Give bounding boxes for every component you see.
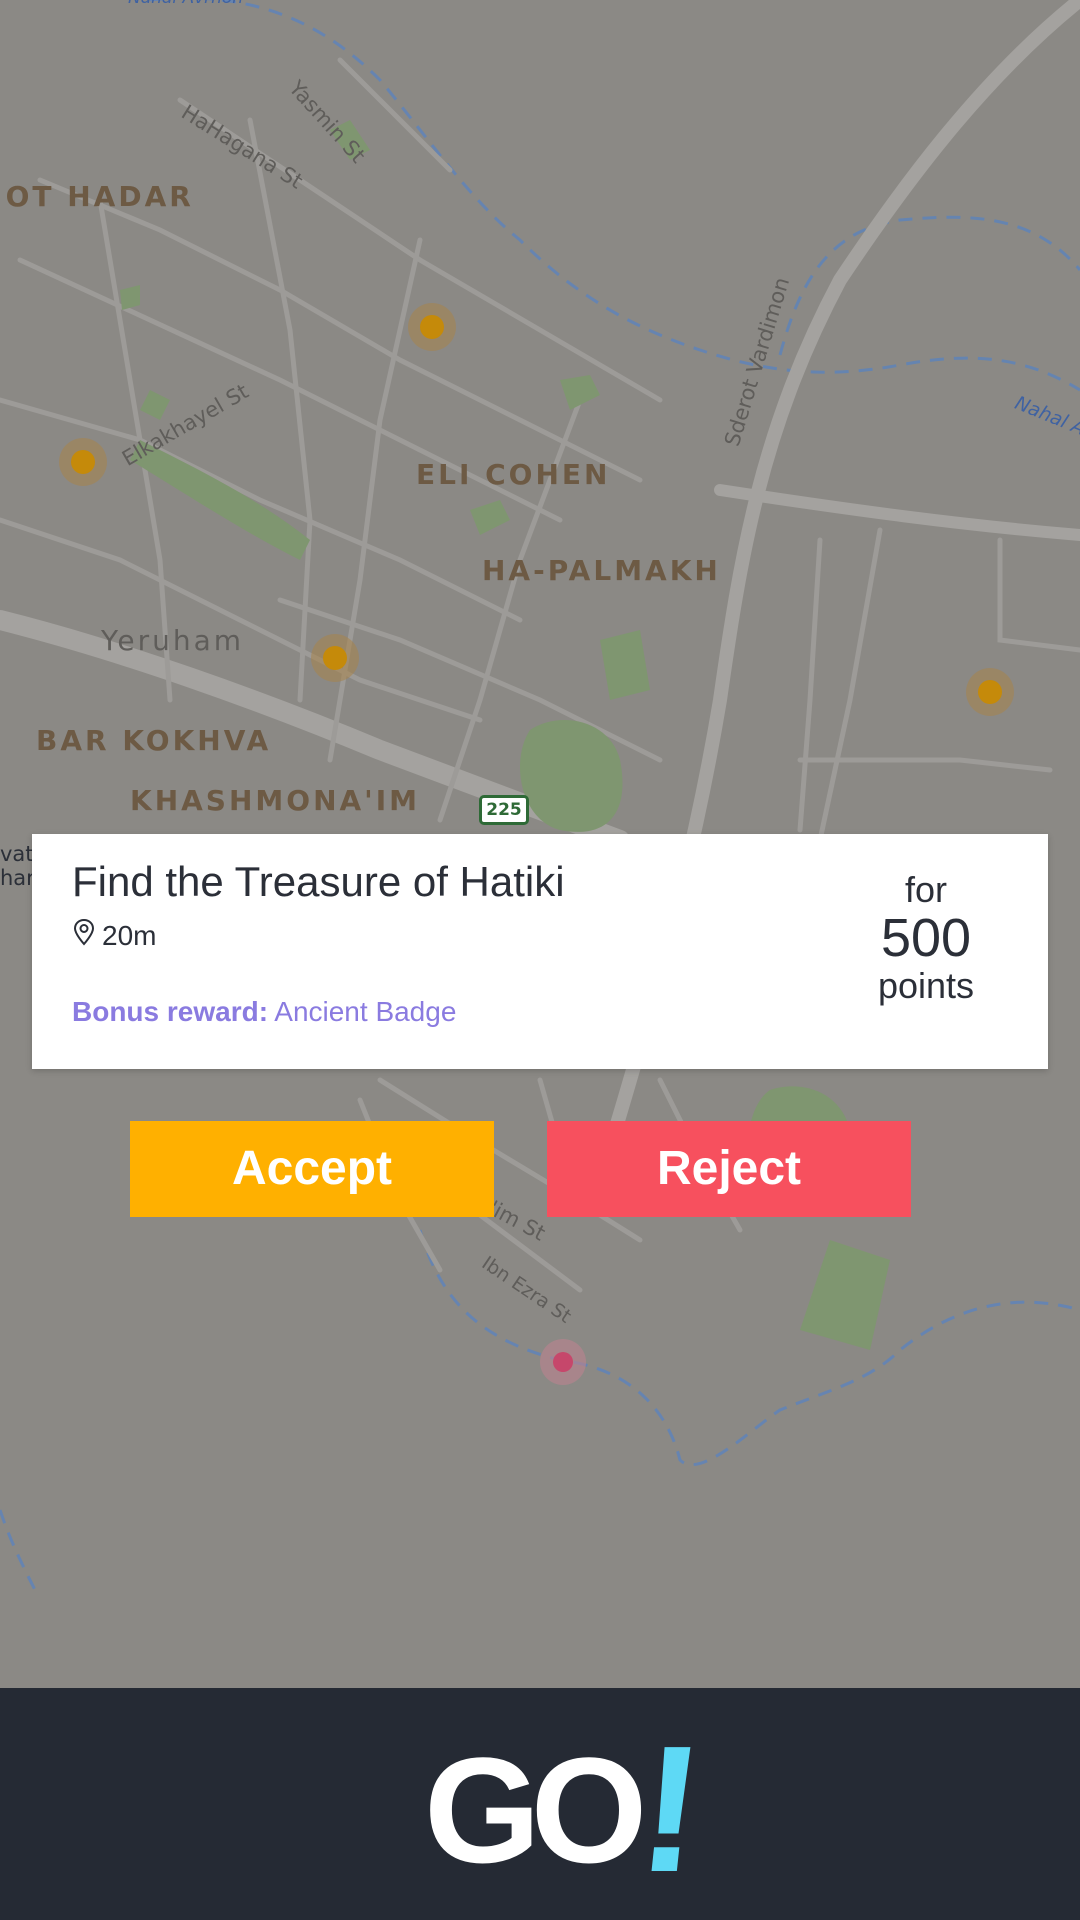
district-label: ELI COHEN xyxy=(416,458,611,491)
logo-mark: ! xyxy=(630,1709,712,1910)
district-label: Yeruham xyxy=(101,624,245,657)
district-label: 'OT HADAR xyxy=(0,180,194,213)
southern-boundary xyxy=(418,1229,1080,1467)
bonus-value: Ancient Badge xyxy=(274,996,457,1027)
edge-label: vat xyxy=(0,842,34,866)
bottom-bar: GO! xyxy=(0,1688,1080,1920)
street xyxy=(327,237,423,763)
park xyxy=(560,375,600,410)
street xyxy=(817,527,883,843)
quest-distance: 20m xyxy=(72,918,156,953)
reject-button[interactable]: Reject xyxy=(547,1121,911,1217)
district-label: BAR KOKHVA xyxy=(36,724,272,757)
player-marker[interactable] xyxy=(540,1339,586,1385)
park xyxy=(800,1240,890,1350)
quest-card: Find the Treasure of Hatiki 20m Bonus re… xyxy=(32,834,1048,1069)
logo-text: GO xyxy=(424,1726,647,1894)
district-label: HA-PALMAKH xyxy=(482,554,721,587)
district-label: KHASHMONA'IM xyxy=(130,784,421,817)
quest-title: Find the Treasure of Hatiki xyxy=(72,858,565,905)
distance-value: 20m xyxy=(102,919,157,951)
edge-label: har xyxy=(0,866,35,890)
quest-marker[interactable] xyxy=(966,668,1014,716)
points-reward: for 500 points xyxy=(856,870,996,1006)
points-prefix: for xyxy=(904,869,947,910)
go-logo: GO! xyxy=(424,1709,712,1910)
park xyxy=(120,285,140,310)
points-suffix: points xyxy=(877,965,975,1006)
park xyxy=(470,500,510,535)
bonus-reward: Bonus reward: Ancient Badge xyxy=(72,996,456,1028)
street xyxy=(247,117,313,703)
location-pin-icon xyxy=(72,918,102,953)
bonus-label: Bonus reward: xyxy=(72,996,269,1027)
park xyxy=(140,390,170,420)
quest-marker[interactable] xyxy=(59,438,107,486)
route-shield: 225 xyxy=(479,795,529,825)
street xyxy=(997,537,1080,653)
river-branch xyxy=(778,215,1080,356)
west-boundary xyxy=(0,1509,37,1591)
accept-button[interactable]: Accept xyxy=(130,1121,494,1217)
road-east xyxy=(714,484,1080,541)
points-value: 500 xyxy=(880,908,972,968)
water-label: Nahal Avrhon xyxy=(128,0,243,8)
quest-marker[interactable] xyxy=(311,634,359,682)
app-screen: 'OT HADAR ELI COHEN HA-PALMAKH Yeruham B… xyxy=(0,0,1080,1920)
street xyxy=(797,537,823,833)
park xyxy=(600,630,650,700)
quest-marker[interactable] xyxy=(408,303,456,351)
